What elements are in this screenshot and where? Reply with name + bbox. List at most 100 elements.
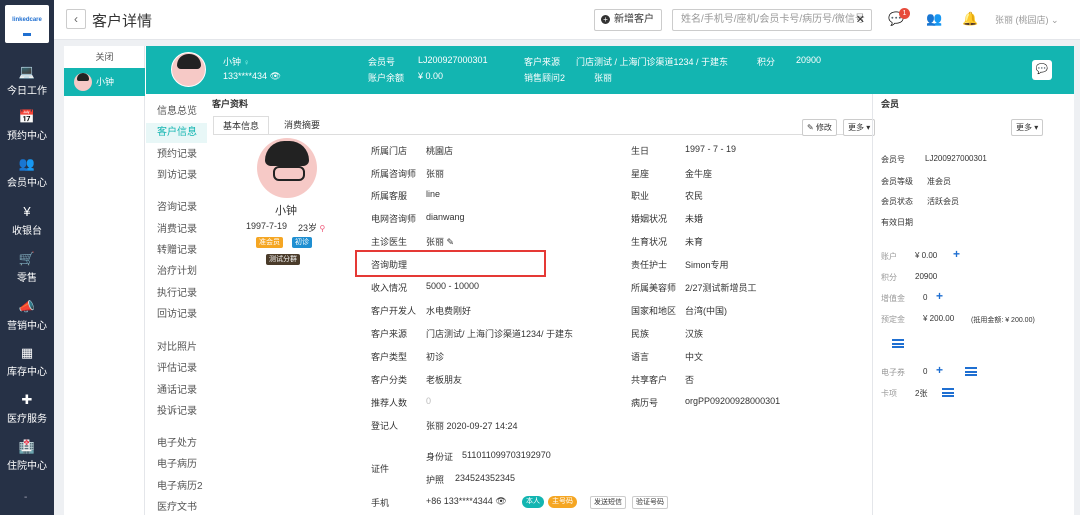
field-label: 生育状况 <box>631 237 668 247</box>
menu-item-12[interactable]: 通话记录 <box>146 381 207 401</box>
menu-item-9[interactable]: 回访记录 <box>146 305 207 325</box>
balance-label: 账户余额 <box>368 73 405 83</box>
new-customer-button[interactable]: + 新增客户 <box>594 9 662 31</box>
idcard-value: 511011099703192970 <box>462 450 551 460</box>
nav-item-0[interactable]: 💻 今日工作 <box>0 60 54 106</box>
consultant-label: 销售顾问2 <box>524 73 566 83</box>
nav-item-8[interactable]: 🏥 住院中心 <box>0 435 54 481</box>
eye-icon[interactable]: 👁 <box>495 496 506 506</box>
menu-item-2[interactable]: 预约记录 <box>146 145 207 165</box>
logo-bar <box>23 33 31 36</box>
tab-basic-info[interactable]: 基本信息 <box>213 116 269 135</box>
close-all-tab[interactable]: 关闭 <box>64 50 145 63</box>
menu-item-1[interactable]: 客户信息 <box>146 123 207 143</box>
menu-item-17[interactable]: 医疗文书 <box>146 498 207 515</box>
new-customer-label: 新增客户 <box>614 14 654 25</box>
main-number-pill: 主号码 <box>548 496 577 508</box>
customer-phone: 133****434 👁 <box>223 71 281 81</box>
field-value: 0 <box>426 396 432 406</box>
menu-item-13[interactable]: 投诉记录 <box>146 402 207 422</box>
field-value: 台湾(中国) <box>685 306 727 316</box>
account-add-icon[interactable]: + <box>953 247 960 261</box>
nav-item-label: 营销中心 <box>7 321 47 332</box>
send-sms-button[interactable]: 发送短信 <box>590 496 626 509</box>
customer-header: 小钟 ♀ 133****434 👁 会员号 LJ200927000301 账户余… <box>146 46 1074 94</box>
yen-icon: ¥ <box>23 204 31 219</box>
points-value: 20900 <box>915 272 938 281</box>
close-icon[interactable]: ✕ <box>856 10 865 30</box>
tab-consumption-summary[interactable]: 消费摘要 <box>276 116 328 135</box>
card-value: 2张 <box>915 389 928 398</box>
more-button[interactable]: 更多 ▾ <box>843 119 876 136</box>
field-label: 所属客服 <box>371 191 408 201</box>
field-label: 客户开发人 <box>371 306 417 316</box>
field-value: 桃園店 <box>426 146 454 156</box>
calendar-icon: 📅 <box>18 109 36 124</box>
menu-item-3[interactable]: 到访记录 <box>146 166 207 186</box>
value-added-label: 增值金 <box>881 294 905 303</box>
card-menu-icon[interactable] <box>942 388 954 397</box>
member-no-value: LJ200927000301 <box>418 55 488 65</box>
wechat-icon[interactable]: 💬 <box>1032 60 1052 80</box>
nav-item-5[interactable]: 📣 营销中心 <box>0 295 54 341</box>
nav-item-6[interactable]: ▦ 库存中心 <box>0 341 54 387</box>
app-logo[interactable]: linkedcare <box>5 5 49 43</box>
plus-icon: + <box>601 15 610 24</box>
edit-button[interactable]: ✎ 修改 <box>802 119 837 136</box>
menu-item-14[interactable]: 电子处方 <box>146 434 207 454</box>
search-icon[interactable]: ⚲ <box>320 224 326 233</box>
avatar[interactable] <box>257 138 317 198</box>
nav-item-2[interactable]: 👥 会员中心 <box>0 152 54 198</box>
deposit-note: (抵用金额: ¥ 200.00) <box>971 317 1035 324</box>
menu-item-16[interactable]: 电子病历2 <box>146 477 207 497</box>
eye-icon[interactable]: 👁 <box>270 71 281 81</box>
menu-item-0[interactable]: 信息总览 <box>146 102 207 122</box>
user-menu[interactable]: 张丽 (桃园店) ⌄ <box>995 13 1059 26</box>
hospital-icon: 🏥 <box>18 439 36 454</box>
customer-tab[interactable]: 小钟 <box>64 68 145 96</box>
nav-item-1[interactable]: 📅 预约中心 <box>0 105 54 151</box>
field-label: 国家和地区 <box>631 306 677 316</box>
field-value: 金牛座 <box>685 169 713 179</box>
search-placeholder: 姓名/手机号/座机/会员卡号/病历号/微信号 <box>681 14 865 25</box>
field-label: 客户分类 <box>371 375 408 385</box>
menu-item-4[interactable]: 咨询记录 <box>146 198 207 218</box>
value-add-icon[interactable]: + <box>936 289 943 303</box>
menu-item-7[interactable]: 治疗计划 <box>146 262 207 282</box>
field-label: 民族 <box>631 329 650 339</box>
nav-item-7[interactable]: ✚ 医疗服务 <box>0 388 54 434</box>
id-label: 证件 <box>371 464 390 474</box>
search-input[interactable]: 姓名/手机号/座机/会员卡号/病历号/微信号 ✕ <box>672 9 872 31</box>
nav-item-label: 库存中心 <box>7 367 47 378</box>
nav-item-4[interactable]: 🛒 零售 <box>0 247 54 293</box>
verify-number-button[interactable]: 验证号码 <box>632 496 668 509</box>
menu-item-5[interactable]: 消费记录 <box>146 220 207 240</box>
nav-item-3[interactable]: ¥ 收银台 <box>0 200 54 246</box>
group-tag: 测试分群 <box>266 254 300 265</box>
bell-icon[interactable]: 🔔 <box>962 11 978 27</box>
nav-item-label: 收银台 <box>12 226 42 237</box>
menu-item-15[interactable]: 电子病历 <box>146 455 207 475</box>
field-label: 语言 <box>631 352 650 362</box>
field-label: 所属门店 <box>371 146 408 156</box>
coupon-add-icon[interactable]: + <box>936 363 943 377</box>
menu-icon[interactable] <box>892 339 904 348</box>
member-panel-title: 会员 <box>881 99 900 109</box>
points-value: 20900 <box>796 55 822 65</box>
field-label: 客户类型 <box>371 352 408 362</box>
card-label: 卡项 <box>881 389 897 398</box>
field-value: 张丽 2020-09-27 14:24 <box>426 421 518 431</box>
member-more-button[interactable]: 更多 ▾ <box>1011 119 1044 136</box>
account-label: 账户 <box>881 252 897 261</box>
menu-item-8[interactable]: 执行记录 <box>146 284 207 304</box>
menu-item-10[interactable]: 对比照片 <box>146 338 207 358</box>
nav-more-indicator[interactable]: - <box>24 492 27 503</box>
member-level-label: 会员等级 <box>881 177 913 186</box>
menu-item-11[interactable]: 评估记录 <box>146 359 207 379</box>
team-icon[interactable]: 👥 <box>926 11 942 27</box>
menu-item-6[interactable]: 转赠记录 <box>146 241 207 261</box>
back-button[interactable]: ‹ <box>66 9 86 29</box>
coupon-menu-icon[interactable] <box>965 367 977 376</box>
content-frame: 关闭 小钟 小钟 ♀ 133****434 👁 会员号 LJ2009270003… <box>64 46 1074 515</box>
member-no-value: LJ200927000301 <box>925 154 987 163</box>
